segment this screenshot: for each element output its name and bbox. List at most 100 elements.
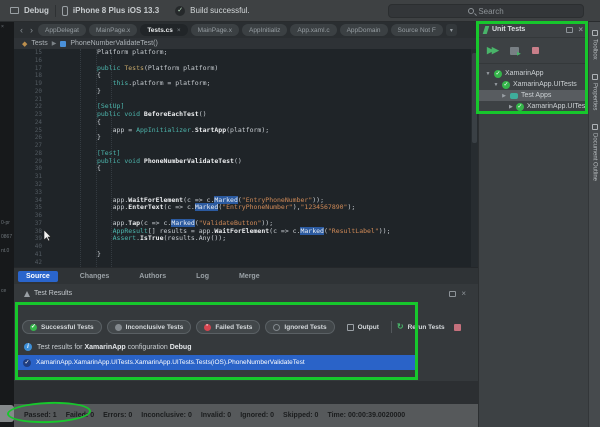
line-number: 16	[14, 57, 42, 65]
search-placeholder: Search	[478, 7, 503, 16]
subtab-authors[interactable]: Authors	[131, 271, 174, 282]
background-fragment: ce	[1, 288, 6, 294]
code-text	[42, 173, 50, 181]
code-editor[interactable]: 15 Platform platform;1617 public Tests(P…	[14, 49, 478, 267]
code-text	[42, 57, 50, 65]
tab-mainpage-x[interactable]: MainPage.x	[89, 24, 137, 36]
device-icon	[62, 6, 68, 16]
tab-appdelegat[interactable]: AppDelegat	[38, 24, 86, 36]
run-target-icon	[10, 7, 19, 14]
subtab-log[interactable]: Log	[188, 271, 217, 282]
status-failed: Failed: 0	[66, 412, 94, 419]
status-time: Time: 00:00:39.0020000	[327, 412, 405, 419]
device-selector[interactable]: iPhone 8 Plus iOS 13.3	[73, 6, 159, 15]
scrollbar-thumb[interactable]	[472, 53, 477, 143]
expander-icon[interactable]: ▶	[501, 93, 507, 99]
code-line: 26 }	[14, 134, 478, 142]
status-invalid: Invalid: 0	[201, 412, 231, 419]
line-number: 27	[14, 142, 42, 150]
breadcrumb-member[interactable]: PhoneNumberValidateTest()	[70, 40, 157, 47]
breadcrumb-scope[interactable]: Tests	[31, 40, 47, 47]
line-number: 42	[14, 259, 42, 267]
rerun-label: Rerun Tests	[408, 324, 445, 331]
run-tests-with-icon[interactable]	[510, 47, 519, 55]
editor-scrollbar[interactable]	[471, 49, 478, 267]
tree-item-label: XamarinApp.UITests	[513, 81, 577, 88]
subtab-source[interactable]: Source	[18, 271, 58, 282]
side-tab-toolbox[interactable]: Toolbox	[592, 30, 598, 60]
tab-close-icon[interactable]: ×	[177, 27, 181, 34]
filter-label: Failed Tests	[215, 324, 252, 331]
tree-item-xamarinapp[interactable]: ▼✓XamarinApp	[479, 68, 588, 79]
filter-output[interactable]: Output	[340, 320, 386, 334]
test-apps-icon	[510, 93, 518, 99]
test-result-name: XamarinApp.XamarinApp.UITests.XamarinApp…	[36, 359, 305, 366]
background-fragment: 0-pr	[1, 220, 10, 226]
tree-item-xamarinapp-uitests[interactable]: ▶✓XamarinApp.UITests	[479, 101, 588, 112]
rerun-tests-button[interactable]: ↻Rerun Tests	[397, 323, 445, 331]
dock-icon[interactable]	[449, 291, 456, 297]
expander-icon[interactable]: ▼	[493, 82, 499, 88]
status-errors: Errors: 0	[103, 412, 132, 419]
success-icon	[30, 324, 37, 331]
line-number: 23	[14, 111, 42, 119]
build-configuration-selector[interactable]: Debug	[24, 6, 49, 15]
code-line: 15 Platform platform;	[14, 49, 478, 57]
close-icon[interactable]: ×	[578, 25, 583, 34]
tab-mainpage-x[interactable]: MainPage.x	[191, 24, 239, 36]
test-success-icon: ✓	[494, 70, 502, 78]
navigate-back-icon[interactable]: ‹	[18, 25, 25, 35]
code-text: }	[42, 134, 101, 142]
run-tests-icon[interactable]: ▶▶	[487, 45, 497, 56]
code-text: Assert.IsTrue(results.Any());	[42, 235, 226, 243]
tab-label: App.xaml.c	[297, 27, 329, 34]
dock-icon[interactable]	[566, 27, 573, 33]
expander-icon[interactable]: ▼	[485, 71, 491, 77]
filter-ignored-tests[interactable]: Ignored Tests	[265, 320, 334, 334]
tree-item-xamarinapp-uitests[interactable]: ▼✓XamarinApp.UITests	[479, 79, 588, 90]
code-area: 15 Platform platform;1617 public Tests(P…	[14, 49, 478, 266]
tab-overflow-icon[interactable]: ▾	[446, 24, 457, 36]
subtab-changes[interactable]: Changes	[72, 271, 118, 282]
stop-icon[interactable]	[454, 324, 461, 331]
code-text: {	[42, 165, 101, 173]
tab-strip: AppDelegat MainPage.x Tests.cs× MainPage.x A…	[38, 24, 443, 36]
background-fragment: ×	[1, 24, 4, 30]
background-window-strip: × 0-pr 0867 nt.0 ce	[0, 22, 14, 427]
tab-source-not-f[interactable]: Source Not F	[391, 24, 443, 36]
code-line: 41 }	[14, 251, 478, 259]
indent-guide	[80, 49, 81, 267]
tab-tests-cs[interactable]: Tests.cs×	[140, 24, 187, 36]
code-text: }	[42, 88, 101, 96]
test-result-filters: Successful Tests Inconclusive Tests Failed…	[22, 320, 461, 334]
navigate-forward-icon[interactable]: ›	[28, 25, 35, 35]
close-icon[interactable]: ×	[461, 289, 466, 298]
tab-appdomain[interactable]: AppDomain	[340, 24, 388, 36]
panel-controls: ×	[449, 289, 466, 298]
tree-item-label: Test Apps	[521, 92, 551, 99]
filter-successful-tests[interactable]: Successful Tests	[22, 320, 102, 334]
test-result-row[interactable]: ✓ XamarinApp.XamarinApp.UITests.XamarinA…	[16, 355, 418, 370]
status-skipped: Skipped: 0	[283, 412, 318, 419]
tab-appinitializ[interactable]: AppInitializ	[242, 24, 287, 36]
line-number: 39	[14, 235, 42, 243]
tab-label: Source Not F	[398, 27, 436, 34]
test-success-icon: ✓	[502, 81, 510, 89]
search-input[interactable]: Search	[388, 4, 584, 18]
line-number: 18	[14, 72, 42, 80]
side-tab-properties[interactable]: Properties	[592, 74, 598, 110]
code-line: 35 app.EnterText(c => c.Marked("EntryPho…	[14, 204, 478, 212]
test-status-bar: Passed: 1Failed: 0Errors: 0Inconclusive:…	[14, 404, 478, 427]
expander-icon[interactable]: ▶	[509, 104, 513, 110]
subtab-merge[interactable]: Merge	[231, 271, 268, 282]
tab-app-xaml-c[interactable]: App.xaml.c	[290, 24, 336, 36]
unit-tests-toolbar: ▶▶	[479, 38, 588, 64]
tree-item-test-apps[interactable]: ▶ Test Apps	[479, 90, 588, 101]
tab-label: MainPage.x	[198, 27, 232, 34]
filter-inconclusive-tests[interactable]: Inconclusive Tests	[107, 320, 192, 334]
side-tab-document-outline[interactable]: Document Outline	[592, 124, 598, 181]
filter-failed-tests[interactable]: Failed Tests	[196, 320, 260, 334]
tab-label: MainPage.x	[96, 27, 130, 34]
editor-column: ‹ › AppDelegat MainPage.x Tests.cs× MainPag…	[14, 22, 478, 427]
stop-tests-icon[interactable]	[532, 47, 539, 54]
